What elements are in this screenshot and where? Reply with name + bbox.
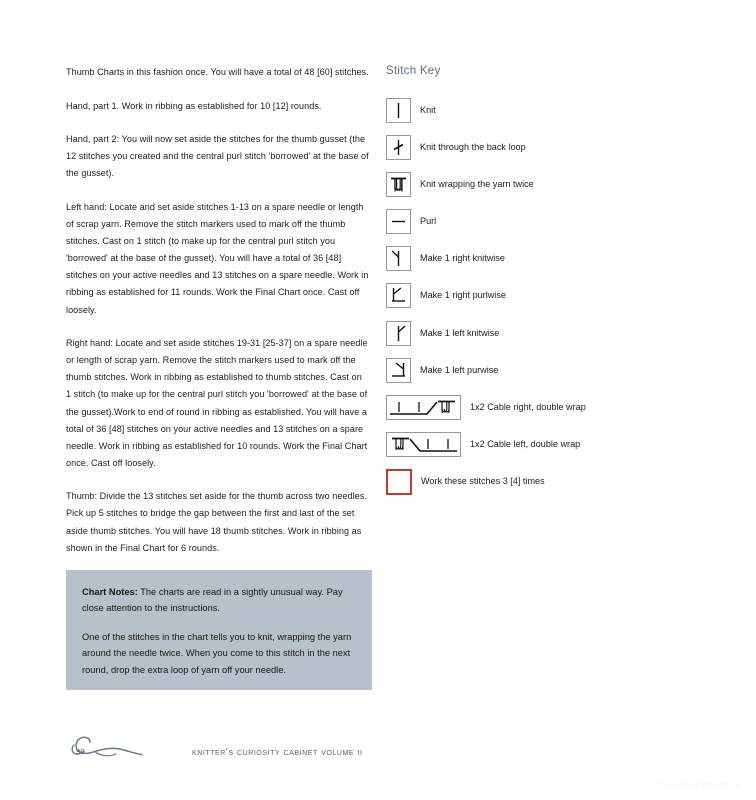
stitch-key-label: Make 1 right knitwise: [420, 253, 505, 264]
instruction-paragraph: Right hand: Locate and set aside stitche…: [66, 338, 368, 468]
stitch-key-row: Knit through the back loop: [386, 132, 716, 162]
make-1-right-purlwise-symbol: [386, 283, 411, 309]
footer-swash-ornament: 90: [60, 735, 188, 770]
stitch-key-label: 1x2 Cable right, double wrap: [470, 402, 586, 412]
stitch-key-label: Make 1 right purlwise: [420, 290, 506, 301]
instructions-column: Thumb Charts in this fashion once. You w…: [66, 64, 369, 590]
stitch-key-row: Make 1 left knitwise: [386, 318, 716, 348]
footer-book-title: Knitter's Curiosity Cabinet Volume II: [192, 747, 363, 758]
page-number: 90: [76, 747, 85, 756]
chart-notes-first-paragraph: Chart Notes: The charts are read in a si…: [82, 584, 356, 617]
purl-symbol: [386, 209, 411, 235]
knit-double-wrap-symbol: [386, 171, 411, 197]
stitch-key-label: Knit wrapping the yarn twice: [420, 178, 534, 189]
cable-left-double-wrap-symbol: [386, 432, 461, 458]
stitch-key-row: Work these stitches 3 [4] times: [386, 467, 716, 497]
document-page: Thumb Charts in this fashion once. You w…: [0, 0, 756, 800]
stitch-key-row: Purl: [386, 207, 716, 237]
stitch-key-label: Make 1 left purwise: [420, 364, 499, 375]
knit-symbol: [386, 97, 411, 123]
stitch-key-panel: Stitch Key Knit Knit through the back lo…: [386, 64, 716, 497]
stitch-key-row: Knit: [386, 95, 716, 125]
instruction-paragraph: Thumb Charts in this fashion once. You w…: [66, 67, 369, 77]
stitch-key-label: 1x2 Cable left, double wrap: [470, 439, 581, 450]
instruction-paragraph: Hand, part 2: You will now set aside the…: [66, 134, 369, 179]
instruction-paragraph: Hand, part 1. Work in ribbing as establi…: [66, 100, 322, 111]
stitch-key-row: Make 1 right knitwise: [386, 244, 716, 274]
make-1-left-purlwise-symbol: [386, 357, 411, 383]
stitch-key-row: 1x2 Cable left, double wrap: [386, 430, 716, 460]
stitch-key-title: Stitch Key: [386, 64, 441, 77]
stitch-key-label: Work these stitches 3 [4] times: [421, 476, 545, 487]
stitch-key-label: Knit: [420, 104, 436, 115]
instruction-paragraph: Thumb: Divide the 13 stitches set aside …: [66, 491, 368, 553]
stitch-key-row: Make 1 left purwise: [386, 355, 716, 385]
chart-notes-callout: Chart Notes: The charts are read in a si…: [66, 570, 372, 690]
make-1-left-knitwise-symbol: [386, 320, 411, 346]
cable-right-double-wrap-symbol: [386, 395, 461, 420]
stitch-key-row: 1x2 Cable right, double wrap: [386, 393, 716, 423]
chart-notes-body: One of the stitches in the chart tells y…: [82, 631, 352, 675]
repeat-box-symbol: [386, 468, 412, 495]
stitch-key-row: Knit wrapping the yarn twice: [386, 169, 716, 199]
stitch-key-label: Purl: [420, 216, 437, 227]
make-1-right-knitwise-symbol: [386, 246, 411, 272]
instruction-paragraph: Left hand: Locate and set aside stitches…: [66, 201, 369, 315]
stitch-key-row: Make 1 right purlwise: [386, 281, 716, 311]
knit-through-back-loop-symbol: [386, 134, 411, 160]
stitch-key-label: Make 1 left knitwise: [420, 327, 500, 338]
chart-notes-label: Chart Notes:: [82, 587, 138, 597]
site-watermark: PassionForum.ru: [654, 779, 742, 791]
page-footer: 90 Knitter's Curiosity Cabinet Volume II: [60, 735, 363, 770]
stitch-key-label: Knit through the back loop: [420, 141, 526, 152]
